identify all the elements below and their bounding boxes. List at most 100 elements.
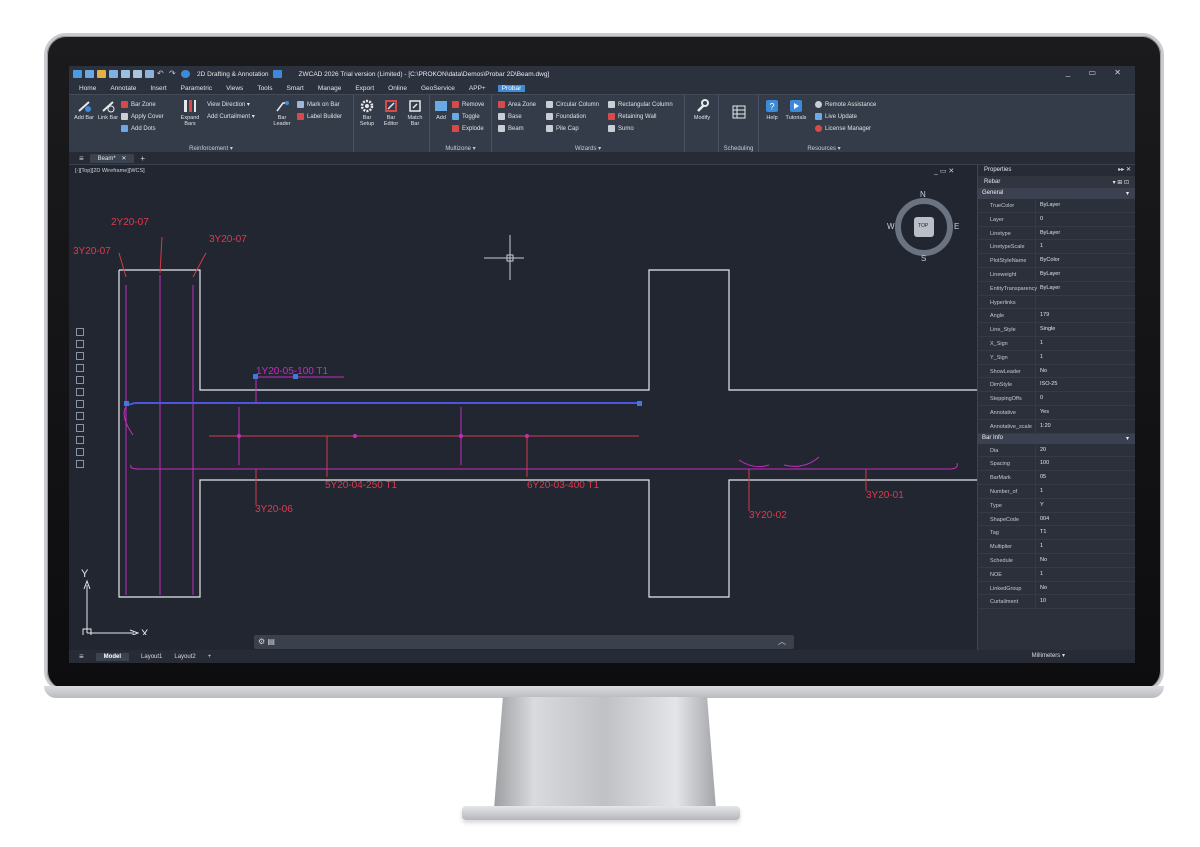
property-row[interactable]: EntityTransparency ByLayer bbox=[978, 281, 1135, 296]
property-row[interactable]: X_Sign 1 bbox=[978, 336, 1135, 351]
tool-icon-4[interactable] bbox=[76, 364, 84, 372]
label-3y20-01[interactable]: 3Y20-01 bbox=[866, 490, 904, 501]
property-row[interactable]: ShapeCode 004 bbox=[978, 512, 1135, 527]
sumo-button[interactable]: Sumo bbox=[608, 124, 634, 133]
property-value[interactable]: Single bbox=[1036, 323, 1135, 336]
property-value[interactable]: 20 bbox=[1036, 444, 1135, 457]
window-controls[interactable]: _ ▭ ✕ bbox=[1066, 68, 1129, 77]
property-row[interactable]: Lineweight ByLayer bbox=[978, 267, 1135, 282]
property-row[interactable]: Dia 20 bbox=[978, 443, 1135, 458]
live-update-button[interactable]: Live Update bbox=[815, 112, 857, 121]
mark-on-bar-button[interactable]: Mark on Bar bbox=[297, 100, 340, 109]
property-row[interactable]: Tag T1 bbox=[978, 526, 1135, 541]
property-row[interactable]: NOE 1 bbox=[978, 567, 1135, 582]
undo-icon[interactable]: ↶ bbox=[157, 70, 166, 78]
help-button[interactable]: ? Help bbox=[761, 99, 783, 121]
command-settings-icon[interactable]: ⚙ ▤ bbox=[258, 637, 275, 646]
add-bar-button[interactable]: Add Bar bbox=[73, 99, 95, 121]
property-value[interactable]: 1:20 bbox=[1036, 420, 1135, 433]
property-row[interactable]: Annotative_scale 1:20 bbox=[978, 419, 1135, 434]
property-row[interactable]: LinkedGroup No bbox=[978, 581, 1135, 596]
label-3y20-02[interactable]: 3Y20-02 bbox=[749, 510, 787, 521]
workspace-settings-icon[interactable] bbox=[272, 70, 282, 78]
bar-editor-button[interactable]: Bar Editor bbox=[380, 99, 402, 127]
bar-zone-button[interactable]: Bar Zone bbox=[121, 100, 156, 109]
new-tab-icon[interactable]: + bbox=[140, 154, 145, 163]
grip-end[interactable] bbox=[637, 401, 642, 406]
retaining-wall-button[interactable]: Retaining Wall bbox=[608, 112, 656, 121]
property-row[interactable]: Spacing 100 bbox=[978, 457, 1135, 472]
label-3y20-07-right[interactable]: 3Y20-07 bbox=[209, 234, 247, 245]
menu-insert[interactable]: Insert bbox=[148, 85, 168, 92]
add-layout-icon[interactable]: + bbox=[208, 654, 212, 660]
layout-tab-layout1[interactable]: Layout1 bbox=[141, 654, 162, 660]
property-value[interactable]: No bbox=[1036, 365, 1135, 378]
tool-icon-7[interactable] bbox=[76, 400, 84, 408]
area-zone-button[interactable]: Area Zone bbox=[498, 100, 536, 109]
doc-tab-beam[interactable]: Beam* ✕ bbox=[89, 153, 135, 163]
grip-start[interactable] bbox=[124, 401, 129, 406]
property-value[interactable]: T1 bbox=[1036, 526, 1135, 539]
tool-icon-3[interactable] bbox=[76, 352, 84, 360]
property-value[interactable]: 05 bbox=[1036, 471, 1135, 484]
tutorials-button[interactable]: Tutorials bbox=[785, 99, 807, 121]
menu-probar[interactable]: Probar bbox=[497, 84, 526, 92]
property-value[interactable]: ByLayer bbox=[1036, 199, 1135, 212]
layout-tab-layout2[interactable]: Layout2 bbox=[174, 654, 195, 660]
close-tab-icon[interactable]: ✕ bbox=[121, 156, 126, 162]
label-builder-button[interactable]: Label Builder bbox=[297, 112, 342, 121]
tool-icon-6[interactable] bbox=[76, 388, 84, 396]
viewcube[interactable]: N S E W TOP bbox=[887, 190, 959, 263]
redo-icon[interactable]: ↷ bbox=[169, 70, 178, 78]
add-dots-button[interactable]: Add Dots bbox=[121, 124, 156, 133]
label-3y20-06[interactable]: 3Y20-06 bbox=[255, 504, 293, 515]
property-value[interactable]: 0 bbox=[1036, 213, 1135, 226]
property-row[interactable]: Multiplier 1 bbox=[978, 540, 1135, 554]
menu-app-plus[interactable]: APP+ bbox=[467, 85, 488, 92]
layout-menu-icon[interactable]: ≡ bbox=[79, 652, 84, 661]
property-row[interactable]: Linetype ByLayer bbox=[978, 226, 1135, 241]
property-value[interactable]: No bbox=[1036, 582, 1135, 595]
property-value[interactable]: 1 bbox=[1036, 351, 1135, 364]
property-value[interactable]: 0 bbox=[1036, 392, 1135, 405]
multizone-add-button[interactable]: Add bbox=[430, 99, 452, 121]
workspace-selector[interactable]: 2D Drafting & Annotation bbox=[197, 71, 269, 78]
save-icon[interactable] bbox=[109, 70, 118, 78]
property-row[interactable]: Angle 179 bbox=[978, 309, 1135, 324]
property-value[interactable]: ByLayer bbox=[1036, 268, 1135, 281]
property-row[interactable]: PlotStyleName ByColor bbox=[978, 254, 1135, 268]
layout-tab-model[interactable]: Model bbox=[95, 652, 130, 661]
rebar-bottom[interactable] bbox=[130, 462, 958, 470]
toggle-button[interactable]: Toggle bbox=[452, 112, 480, 121]
property-value[interactable]: ByLayer bbox=[1036, 282, 1135, 295]
tool-icon-10[interactable] bbox=[76, 436, 84, 444]
tool-icon-9[interactable] bbox=[76, 424, 84, 432]
match-bar-button[interactable]: Match Bar bbox=[404, 99, 426, 127]
menu-tools[interactable]: Tools bbox=[255, 85, 274, 92]
apply-cover-button[interactable]: Apply Cover bbox=[121, 112, 164, 121]
close-panel-icon[interactable]: ▸▸ ✕ bbox=[1118, 166, 1131, 173]
viewcube-top-face[interactable]: TOP bbox=[918, 223, 928, 229]
tool-icon-12[interactable] bbox=[76, 460, 84, 468]
property-row[interactable]: ShowLeader No bbox=[978, 364, 1135, 379]
menu-parametric[interactable]: Parametric bbox=[179, 85, 214, 92]
label-2y20-07[interactable]: 2Y20-07 bbox=[111, 217, 149, 228]
scheduling-button[interactable] bbox=[728, 105, 750, 121]
drawing-canvas[interactable]: 3Y20-07 2Y20-07 3Y20-07 1Y20-05-100 T1 5… bbox=[69, 165, 977, 635]
command-expand-icon[interactable]: ︿ bbox=[778, 636, 786, 647]
menu-home[interactable]: Home bbox=[77, 85, 98, 92]
label-3y20-07-left[interactable]: 3Y20-07 bbox=[73, 246, 111, 257]
menu-smart[interactable]: Smart bbox=[285, 85, 306, 92]
property-row[interactable]: DimStyle ISO-25 bbox=[978, 378, 1135, 393]
property-value[interactable]: 1 bbox=[1036, 485, 1135, 498]
property-value[interactable]: Y bbox=[1036, 499, 1135, 512]
property-value[interactable]: Yes bbox=[1036, 406, 1135, 419]
label-1y20-05[interactable]: 1Y20-05-100 T1 bbox=[256, 366, 329, 377]
menu-manage[interactable]: Manage bbox=[316, 85, 344, 92]
viewcube-east[interactable]: E bbox=[954, 222, 959, 231]
property-row[interactable]: Hyperlinks bbox=[978, 295, 1135, 310]
section-general[interactable]: General ▾ bbox=[978, 189, 1135, 199]
base-button[interactable]: Base bbox=[498, 112, 522, 121]
foundation-button[interactable]: Foundation bbox=[546, 112, 586, 121]
property-value[interactable]: 100 bbox=[1036, 457, 1135, 470]
